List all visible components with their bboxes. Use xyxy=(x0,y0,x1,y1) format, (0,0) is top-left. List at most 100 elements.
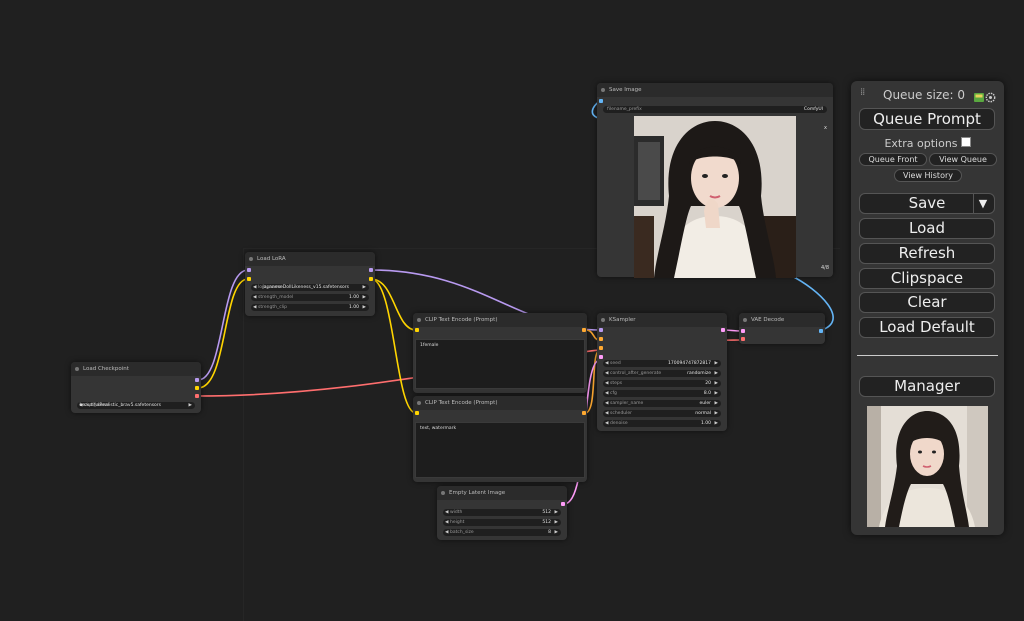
steps-input[interactable]: ◀ steps 20 ▶ xyxy=(603,380,721,387)
positive-input-slot[interactable] xyxy=(599,337,603,341)
save-dropdown-icon[interactable]: ▼ xyxy=(973,194,992,213)
extra-options-toggle[interactable]: Extra options xyxy=(851,137,1004,150)
decrement-arrow-icon[interactable]: ◀ xyxy=(605,370,608,377)
vae-output-slot[interactable] xyxy=(195,394,199,398)
queue-front-button[interactable]: Queue Front xyxy=(859,153,927,166)
width-number-input[interactable]: ◀ width 512 ▶ xyxy=(443,509,561,516)
clip-input-slot[interactable] xyxy=(415,411,419,415)
node-load-lora[interactable]: Load LoRA ◀ lora_name japaneseDollLikene… xyxy=(245,252,375,316)
node-load-checkpoint[interactable]: Load Checkpoint ◀ ckpt_name beautifulRea… xyxy=(71,362,201,413)
increment-arrow-icon[interactable]: ▶ xyxy=(715,370,718,377)
increment-arrow-icon[interactable]: ▶ xyxy=(715,360,718,367)
last-output-thumbnail[interactable] xyxy=(867,406,988,527)
latent-image-input-slot[interactable] xyxy=(599,355,603,359)
load-button[interactable]: Load xyxy=(859,218,995,239)
increment-arrow-icon[interactable]: ▶ xyxy=(555,529,558,536)
image-output-slot[interactable] xyxy=(819,329,823,333)
samples-input-slot[interactable] xyxy=(741,329,745,333)
manager-button[interactable]: Manager xyxy=(859,376,995,397)
increment-arrow-icon[interactable]: ▶ xyxy=(715,420,718,427)
prompt-text-area[interactable]: 1female xyxy=(415,339,585,389)
cfg-input[interactable]: ◀ cfg 8.0 ▶ xyxy=(603,390,721,397)
scheduler-combo[interactable]: ◀ scheduler normal ▶ xyxy=(603,410,721,417)
model-output-slot[interactable] xyxy=(369,268,373,272)
decrement-arrow-icon[interactable]: ◀ xyxy=(605,420,608,427)
conditioning-output-slot[interactable] xyxy=(582,328,586,332)
decrement-arrow-icon[interactable]: ◀ xyxy=(445,519,448,526)
decrement-arrow-icon[interactable]: ◀ xyxy=(605,380,608,387)
denoise-input[interactable]: ◀ denoise 1.00 ▶ xyxy=(603,420,721,427)
queue-prompt-button[interactable]: Queue Prompt xyxy=(859,108,995,130)
load-default-button[interactable]: Load Default xyxy=(859,317,995,338)
increment-arrow-icon[interactable]: ▶ xyxy=(189,402,192,409)
decrement-arrow-icon[interactable]: ◀ xyxy=(605,360,608,367)
increment-arrow-icon[interactable]: ▶ xyxy=(363,294,366,301)
extra-options-checkbox[interactable] xyxy=(960,137,971,147)
collapse-dot[interactable] xyxy=(417,401,421,405)
model-input-slot[interactable] xyxy=(247,268,251,272)
collapse-dot[interactable] xyxy=(441,491,445,495)
clip-output-slot[interactable] xyxy=(195,386,199,390)
node-ksampler[interactable]: KSampler ◀ seed 170094747872817 ▶ ◀ cont… xyxy=(597,313,727,431)
clip-output-slot[interactable] xyxy=(369,277,373,281)
decrement-arrow-icon[interactable]: ◀ xyxy=(253,284,256,291)
collapse-dot[interactable] xyxy=(601,318,605,322)
batch-size-number-input[interactable]: ◀ batch_size 8 ▶ xyxy=(443,529,561,536)
view-queue-button[interactable]: View Queue xyxy=(929,153,997,166)
filename-prefix-input[interactable]: filename_prefix ComfyUI xyxy=(603,106,827,113)
latent-output-slot[interactable] xyxy=(721,328,725,332)
node-clip-text-encode-positive[interactable]: CLIP Text Encode (Prompt) 1female xyxy=(413,313,587,393)
ckpt-name-combo[interactable]: ◀ ckpt_name beautifulRealistic_brav5.saf… xyxy=(77,402,195,409)
collapse-dot[interactable] xyxy=(743,318,747,322)
strength-model-slider[interactable]: ◀ strength_model 1.00 ▶ xyxy=(251,294,369,301)
decrement-arrow-icon[interactable]: ◀ xyxy=(253,304,256,311)
height-number-input[interactable]: ◀ height 512 ▶ xyxy=(443,519,561,526)
increment-arrow-icon[interactable]: ▶ xyxy=(715,380,718,387)
vae-input-slot[interactable] xyxy=(741,337,745,341)
increment-arrow-icon[interactable]: ▶ xyxy=(555,509,558,516)
increment-arrow-icon[interactable]: ▶ xyxy=(555,519,558,526)
node-save-image[interactable]: Save Image filename_prefix ComfyUI x 4/8 xyxy=(597,83,833,278)
decrement-arrow-icon[interactable]: ◀ xyxy=(605,390,608,397)
control-after-generate-combo[interactable]: ◀ control_after_generate randomize ▶ xyxy=(603,370,721,377)
increment-arrow-icon[interactable]: ▶ xyxy=(715,410,718,417)
refresh-button[interactable]: Refresh xyxy=(859,243,995,264)
collapse-dot[interactable] xyxy=(75,367,79,371)
increment-arrow-icon[interactable]: ▶ xyxy=(363,284,366,291)
lora-name-combo[interactable]: ◀ lora_name japaneseDollLikeness_v15.saf… xyxy=(251,284,369,291)
clip-input-slot[interactable] xyxy=(247,277,251,281)
decrement-arrow-icon[interactable]: ◀ xyxy=(253,294,256,301)
increment-arrow-icon[interactable]: ▶ xyxy=(363,304,366,311)
collapse-dot[interactable] xyxy=(249,257,253,261)
image-icon[interactable] xyxy=(974,93,984,102)
increment-arrow-icon[interactable]: ▶ xyxy=(715,400,718,407)
view-history-button[interactable]: View History xyxy=(894,169,962,182)
conditioning-output-slot[interactable] xyxy=(582,411,586,415)
settings-icon[interactable] xyxy=(985,92,996,103)
save-button[interactable]: Save ▼ xyxy=(859,193,995,214)
images-input-slot[interactable] xyxy=(599,99,603,103)
model-input-slot[interactable] xyxy=(599,328,603,332)
clip-input-slot[interactable] xyxy=(415,328,419,332)
prompt-text-area[interactable]: text, watermark xyxy=(415,422,585,478)
decrement-arrow-icon[interactable]: ◀ xyxy=(445,509,448,516)
node-vae-decode[interactable]: VAE Decode xyxy=(739,313,825,344)
collapse-dot[interactable] xyxy=(417,318,421,322)
close-icon[interactable]: x xyxy=(824,125,827,131)
decrement-arrow-icon[interactable]: ◀ xyxy=(605,400,608,407)
latent-output-slot[interactable] xyxy=(561,502,565,506)
generated-image-preview[interactable] xyxy=(634,116,796,278)
collapse-dot[interactable] xyxy=(601,88,605,92)
negative-input-slot[interactable] xyxy=(599,346,603,350)
strength-clip-slider[interactable]: ◀ strength_clip 1.00 ▶ xyxy=(251,304,369,311)
sampler-name-combo[interactable]: ◀ sampler_name euler ▶ xyxy=(603,400,721,407)
model-output-slot[interactable] xyxy=(195,378,199,382)
node-empty-latent-image[interactable]: Empty Latent Image ◀ width 512 ▶ ◀ heigh… xyxy=(437,486,567,540)
clear-button[interactable]: Clear xyxy=(859,292,995,313)
seed-input[interactable]: ◀ seed 170094747872817 ▶ xyxy=(603,360,721,367)
increment-arrow-icon[interactable]: ▶ xyxy=(715,390,718,397)
node-clip-text-encode-negative[interactable]: CLIP Text Encode (Prompt) text, watermar… xyxy=(413,396,587,482)
clipspace-button[interactable]: Clipspace xyxy=(859,268,995,289)
decrement-arrow-icon[interactable]: ◀ xyxy=(445,529,448,536)
decrement-arrow-icon[interactable]: ◀ xyxy=(605,410,608,417)
